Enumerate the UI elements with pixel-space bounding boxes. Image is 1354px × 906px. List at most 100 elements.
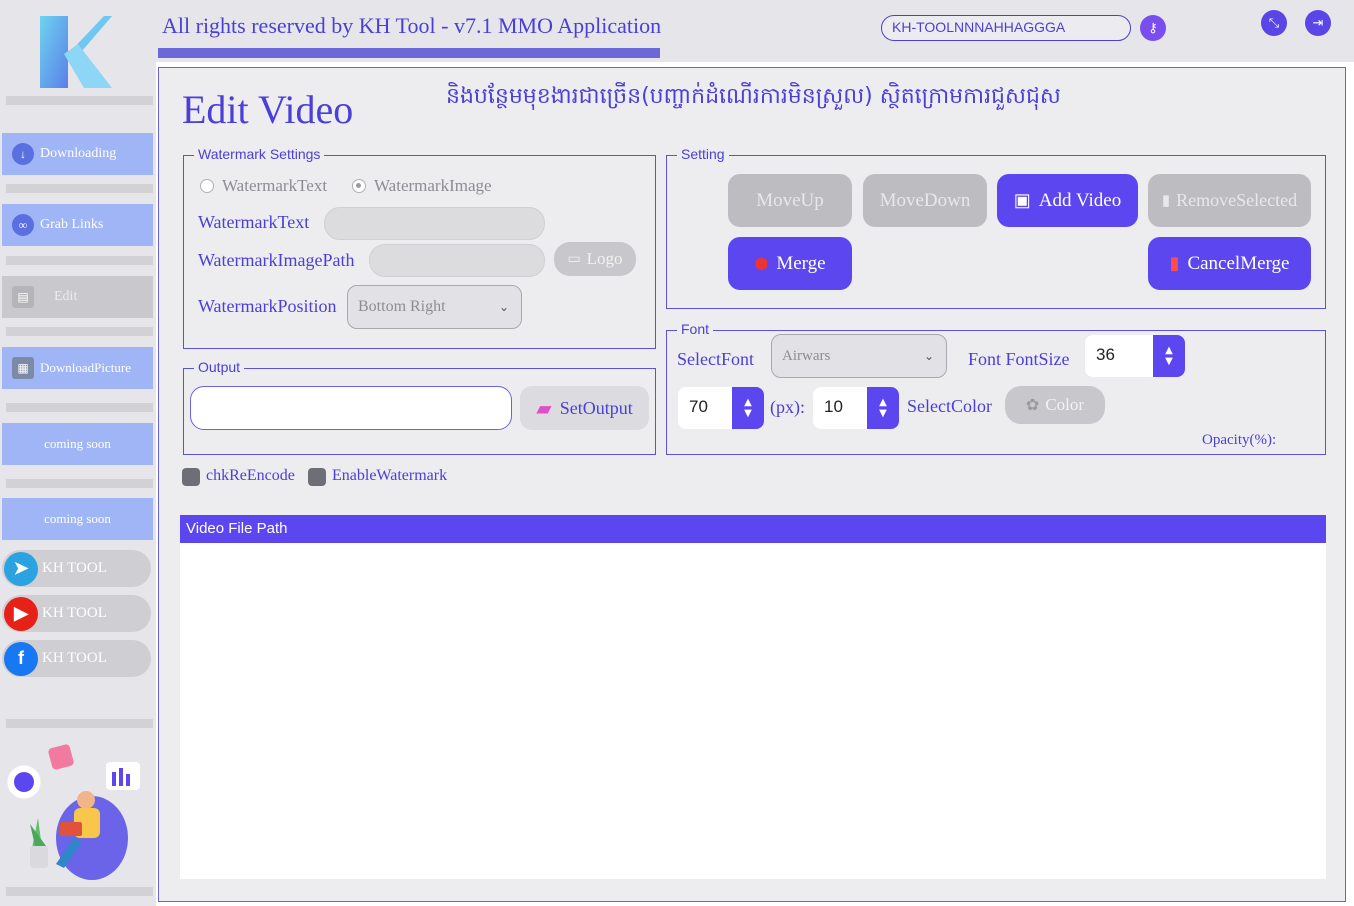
- move-up-button[interactable]: MoveUp: [728, 174, 852, 227]
- watermark-image-path-input[interactable]: [369, 244, 545, 277]
- divider: [6, 256, 153, 265]
- page-title: Edit Video: [182, 87, 354, 132]
- telegram-link[interactable]: ➤ KH TOOL: [2, 550, 151, 587]
- radio-watermark-image[interactable]: [352, 179, 366, 193]
- sidebar-item-label: DownloadPicture: [40, 360, 131, 375]
- px-label: (px):: [770, 397, 805, 417]
- font-size-value: 36: [1096, 345, 1115, 364]
- main-panel: Edit Video និងបន្ថែមមុខងារជាច្រើន(បញ្ចាក…: [158, 67, 1346, 902]
- merge-icon: ⬢: [754, 255, 769, 273]
- minimize-icon[interactable]: ⤡: [1261, 10, 1287, 36]
- font-select[interactable]: Airwars ⌄: [771, 334, 947, 378]
- telegram-icon: ➤: [4, 551, 38, 586]
- chevron-down-icon: ⌄: [498, 300, 509, 314]
- opacity-value: 70: [689, 397, 708, 416]
- move-up-label: MoveUp: [756, 189, 824, 211]
- opacity-label: Opacity(%):: [1202, 432, 1277, 448]
- sidebar-item-label: Downloading: [40, 146, 117, 161]
- maintenance-note: និងបន្ថែមមុខងារជាច្រើន(បញ្ចាក់ដំណើរការមិ…: [446, 84, 1061, 109]
- watermark-image-path-label: WatermarkImagePath: [198, 250, 355, 270]
- font-select-value: Airwars: [782, 347, 831, 364]
- facebook-link[interactable]: f KH TOOL: [2, 640, 151, 677]
- sidebar-item-coming-soon-1[interactable]: coming soon: [2, 423, 153, 465]
- chevron-down-icon: ⌄: [923, 349, 934, 363]
- kh-logo: [40, 16, 112, 88]
- logo-button-label: Logo: [586, 249, 623, 268]
- watermark-text-input[interactable]: [324, 207, 545, 240]
- select-font-label: SelectFont: [677, 349, 754, 369]
- social-label: KH TOOL: [42, 560, 107, 576]
- font-size-label: Font FontSize: [968, 349, 1070, 369]
- sidebar-item-label: Grab Links: [40, 217, 104, 232]
- header-progress-bar: [158, 48, 660, 58]
- watermark-settings-group: Watermark Settings WatermarkText Waterma…: [183, 146, 656, 349]
- merge-label: Merge: [776, 252, 826, 274]
- sidebar-item-coming-soon-2[interactable]: coming soon: [2, 498, 153, 540]
- px-stepper[interactable]: 10 ▲ ▼: [813, 387, 899, 429]
- opacity-stepper[interactable]: 70 ▲ ▼: [678, 387, 764, 429]
- sidebar-item-label: coming soon: [44, 436, 111, 451]
- key-icon[interactable]: ⚷: [1140, 15, 1166, 41]
- link-icon: ∞: [12, 214, 34, 236]
- output-path-input[interactable]: [190, 386, 512, 430]
- sidebar-item-edit[interactable]: ▤ Edit: [2, 276, 153, 318]
- stepper-arrows-icon[interactable]: ▲ ▼: [867, 387, 899, 429]
- add-video-button[interactable]: ▣ Add Video: [997, 174, 1138, 227]
- group-legend: Watermark Settings: [194, 146, 325, 162]
- picture-icon: ▦: [12, 357, 34, 379]
- color-button-label: Color: [1045, 395, 1085, 414]
- download-icon: ↓: [12, 143, 34, 165]
- radio-watermark-text-label: WatermarkText: [222, 176, 328, 195]
- sidebar-item-downloading[interactable]: ↓ Downloading: [2, 133, 153, 175]
- reencode-label: chkReEncode: [206, 467, 295, 484]
- group-legend: Output: [194, 359, 245, 375]
- radio-watermark-text[interactable]: [200, 179, 214, 193]
- set-output-button[interactable]: ▰ SetOutput: [520, 386, 649, 430]
- divider: [6, 96, 153, 105]
- color-button[interactable]: ✿ Color: [1005, 386, 1105, 424]
- watermark-position-value: Bottom Right: [358, 298, 446, 315]
- cancel-merge-label: CancelMerge: [1187, 252, 1290, 274]
- divider: [6, 403, 153, 412]
- person-with-laptop-illustration: [6, 744, 140, 880]
- sidebar-item-grab-links[interactable]: ∞ Grab Links: [2, 204, 153, 246]
- cancel-merge-button[interactable]: ▮ CancelMerge: [1148, 237, 1311, 290]
- move-down-label: MoveDown: [879, 189, 971, 211]
- sidebar-item-download-picture[interactable]: ▦ DownloadPicture: [2, 347, 153, 389]
- divider: [6, 479, 153, 488]
- social-label: KH TOOL: [42, 650, 107, 666]
- table-header-video-file-path: Video File Path: [180, 515, 1326, 543]
- reencode-checkbox[interactable]: [182, 468, 200, 486]
- move-down-button[interactable]: MoveDown: [863, 174, 987, 227]
- sidebar-item-label: coming soon: [44, 511, 111, 526]
- exit-icon[interactable]: ⇥: [1305, 10, 1331, 36]
- video-file-table[interactable]: Video File Path: [180, 515, 1326, 879]
- font-size-stepper[interactable]: 36 ▲ ▼: [1085, 335, 1185, 377]
- sidebar-item-label: Edit: [54, 289, 78, 304]
- watermark-position-label: WatermarkPosition: [198, 296, 337, 316]
- trash-icon: ▮: [1161, 193, 1171, 209]
- merge-button[interactable]: ⬢ Merge: [728, 237, 852, 290]
- youtube-link[interactable]: ▶ KH TOOL: [2, 595, 151, 632]
- enable-watermark-label: EnableWatermark: [332, 467, 448, 484]
- stepper-arrows-icon[interactable]: ▲ ▼: [732, 387, 764, 429]
- palette-icon: ✿: [1025, 397, 1040, 414]
- divider: [6, 184, 153, 193]
- app-title: All rights reserved by KH Tool - v7.1 MM…: [162, 13, 662, 38]
- watermark-position-select[interactable]: Bottom Right ⌄: [347, 285, 522, 329]
- folder-icon: ▰: [536, 396, 552, 420]
- youtube-icon: ▶: [4, 596, 38, 631]
- group-legend: Font: [677, 321, 714, 337]
- stepper-arrows-icon[interactable]: ▲ ▼: [1153, 335, 1185, 377]
- logo-button[interactable]: ▭ Logo: [554, 242, 636, 276]
- edit-icon: ▤: [12, 286, 34, 308]
- radio-watermark-image-label: WatermarkImage: [374, 176, 492, 195]
- license-key-field[interactable]: KH-TOOLNNNAHHAGGGA: [881, 15, 1131, 41]
- remove-selected-button[interactable]: ▮ RemoveSelected: [1148, 174, 1311, 227]
- enable-watermark-checkbox[interactable]: [308, 468, 326, 486]
- facebook-icon: f: [4, 641, 38, 676]
- sidebar: ↓ Downloading ∞ Grab Links ▤ Edit ▦ Down…: [0, 0, 156, 906]
- watermark-text-label: WatermarkText: [198, 212, 310, 232]
- title-bar: All rights reserved by KH Tool - v7.1 MM…: [156, 0, 1354, 62]
- remove-selected-label: RemoveSelected: [1176, 190, 1298, 210]
